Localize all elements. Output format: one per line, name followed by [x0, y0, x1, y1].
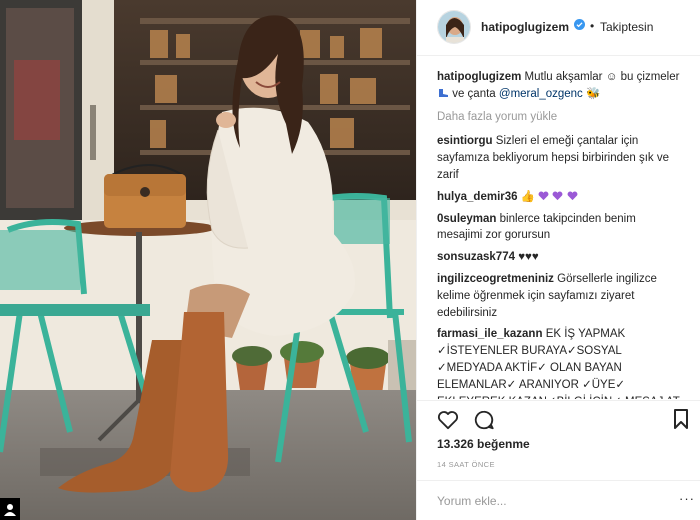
boot-emoji-icon	[439, 88, 448, 97]
post-timestamp[interactable]: 14 SAAT ÖNCE	[437, 460, 495, 469]
comment-item: hulya_demir36 👍	[437, 189, 683, 206]
caption-text: Mutlu akşamlar ☺ bu çizmeler	[524, 71, 680, 83]
photo-user-tag-icon[interactable]	[0, 498, 20, 520]
photo-illustration	[0, 0, 416, 520]
comment-username[interactable]: sonsuzask774	[437, 251, 515, 263]
caption-mention-link[interactable]: @meral_ozgenc	[499, 88, 583, 100]
post-side-panel: hatipoglugizem • Takiptesin hatipoglugiz…	[416, 0, 700, 520]
load-more-comments-link[interactable]: Daha fazla yorum yükle	[437, 109, 683, 126]
heart-outline-icon[interactable]	[437, 410, 459, 430]
avatar[interactable]	[437, 10, 471, 44]
caption: hatipoglugizem Mutlu akşamlar ☺ bu çizme…	[437, 69, 683, 103]
bee-emoji: 🐝	[586, 87, 601, 100]
comment-username[interactable]: 0suleyman	[437, 213, 496, 225]
header-username[interactable]: hatipoglugizem	[481, 20, 569, 34]
comment-list[interactable]: hatipoglugizem Mutlu akşamlar ☺ bu çizme…	[437, 69, 683, 399]
comment-bubble-icon[interactable]	[473, 409, 495, 431]
comment-username[interactable]: farmasi_ile_kazann	[437, 328, 542, 340]
caption-username[interactable]: hatipoglugizem	[437, 71, 521, 83]
action-bar	[417, 400, 700, 436]
comment-item: farmasi_ile_kazann EK İŞ YAPMAK ✓İSTEYEN…	[437, 326, 683, 399]
header-separator-dot: •	[590, 19, 595, 33]
verified-badge-icon	[574, 19, 585, 30]
comment-item: esintiorgu Sizleri el emeği çantalar içi…	[437, 133, 683, 183]
purple-heart-emoji	[553, 191, 563, 200]
comment-item: ingilizceogretmeniniz Görsellerle ingili…	[437, 271, 683, 321]
like-count[interactable]: 13.326 beğenme	[437, 437, 530, 451]
comment-username[interactable]: ingilizceogretmeniniz	[437, 273, 554, 285]
purple-heart-emoji	[538, 191, 549, 200]
caption-text-2: ve çanta	[452, 87, 496, 100]
comment-text: 👍	[520, 190, 536, 203]
comment-text: ♥♥♥	[518, 251, 539, 264]
add-comment-bar: ···	[417, 480, 700, 520]
post-header: hatipoglugizem • Takiptesin	[417, 0, 700, 56]
follow-status-button[interactable]: Takiptesin	[600, 20, 653, 34]
comment-input[interactable]	[437, 493, 657, 509]
post-photo[interactable]	[0, 0, 416, 520]
purple-heart-emoji	[567, 191, 578, 200]
comment-item: 0suleyman binlerce takipcinden benim mes…	[437, 211, 683, 245]
more-options-icon[interactable]: ···	[679, 491, 695, 506]
bookmark-icon[interactable]	[673, 409, 689, 429]
comment-item: sonsuzask774 ♥♥♥	[437, 249, 683, 266]
comment-username[interactable]: esintiorgu	[437, 135, 493, 147]
comment-username[interactable]: hulya_demir36	[437, 191, 518, 203]
